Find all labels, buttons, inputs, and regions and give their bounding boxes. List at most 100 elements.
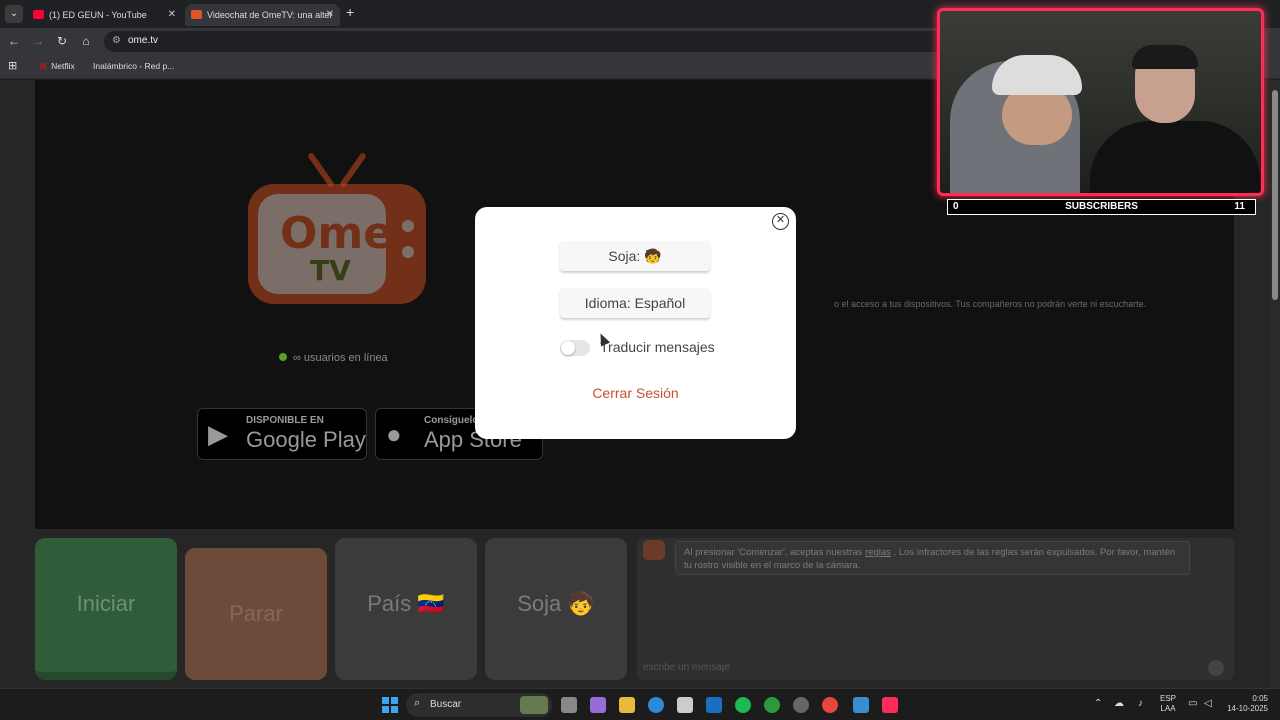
apple-icon: ● (386, 419, 402, 449)
forward-icon[interactable]: → (30, 34, 46, 48)
subscriber-start: 0 (953, 201, 959, 212)
start-button[interactable]: Iniciar (35, 538, 177, 680)
logo-screen: Ome TV (258, 194, 393, 294)
spotify-icon[interactable] (735, 697, 751, 713)
system-clock[interactable]: 0:05 14-10-2025 (1222, 694, 1268, 714)
scroll-thumb[interactable] (1272, 90, 1278, 300)
windows-start-icon[interactable] (382, 697, 398, 713)
store-icon[interactable] (677, 697, 693, 713)
settings-modal: ✕ Soja: 🧒 Idioma: Español Traducir mensa… (475, 207, 796, 439)
message-text: Al presionar 'Comenzar', aceptas nuestra… (684, 547, 866, 558)
copilot-icon[interactable] (590, 697, 606, 713)
search-label: Buscar (430, 699, 462, 710)
clock-date: 14-10-2025 (1227, 704, 1268, 713)
webcam-feed (937, 8, 1264, 196)
apps-icon[interactable]: ⊞ (8, 59, 17, 72)
steam-icon[interactable] (793, 697, 809, 713)
gender-button[interactable]: Soja 🧒 (485, 538, 627, 680)
cloud-icon[interactable]: ☁ (1114, 698, 1124, 709)
logout-link[interactable]: Cerrar Sesión (475, 385, 796, 401)
input-language[interactable]: ESP LAA (1160, 694, 1176, 714)
new-tab-button[interactable]: + (346, 4, 354, 20)
stream-overlay: SUBSCRIBERS 0 11 (937, 8, 1264, 217)
photos-icon[interactable] (853, 697, 869, 713)
antenna-right (339, 151, 367, 189)
online-users: ∞ usuarios en línea (279, 352, 388, 364)
logo-word-ome: Ome (280, 208, 394, 259)
chrome-icon[interactable] (822, 697, 838, 713)
windows-taskbar: ⌕ Buscar ⌃ ☁ ♪ ESP LAA ▭ ◁ 0:05 14-10-20… (0, 688, 1280, 720)
keyboard-layout: LAA (1160, 704, 1176, 713)
subscriber-goal: 11 (1234, 201, 1245, 212)
youtube-icon (33, 10, 44, 19)
logo-knob (402, 220, 414, 232)
permission-text: o el acceso a tus dispositivos. Tus comp… (834, 299, 1147, 309)
language-select-button[interactable]: Idioma: Español (560, 288, 710, 318)
outlook-icon[interactable] (706, 697, 722, 713)
badge-small-text: DISPONIBLE EN (246, 415, 324, 426)
ometv-logo: Ome TV (248, 150, 426, 310)
close-tab-icon[interactable]: ✕ (326, 4, 334, 26)
rules-link[interactable]: reglas (865, 547, 891, 558)
bookmark-label: Netflix (51, 61, 75, 71)
network-icon[interactable]: ▭ (1188, 698, 1197, 709)
tiktok-icon[interactable] (882, 697, 898, 713)
system-message: Al presionar 'Comenzar', aceptas nuestra… (675, 541, 1190, 575)
online-users-text: ∞ usuarios en línea (293, 352, 388, 364)
logo-word-tv: TV (310, 254, 351, 287)
search-highlight-icon (520, 696, 548, 714)
person-right (1090, 121, 1260, 193)
chat-panel: Al presionar 'Comenzar', aceptas nuestra… (637, 538, 1234, 680)
taskbar-search[interactable]: ⌕ Buscar (406, 693, 552, 717)
file-explorer-icon[interactable] (619, 697, 635, 713)
tab-ometv[interactable]: Videochat de OmeTV: una alter ✕ (185, 4, 340, 26)
gender-select-button[interactable]: Soja: 🧒 (560, 241, 710, 271)
toggle-knob (561, 341, 575, 355)
bookmark-wireless[interactable]: Inalámbrico - Red p... (93, 61, 174, 71)
message-input[interactable]: escribe un mensaje (643, 662, 730, 673)
badge-big-text: Google Play (246, 427, 366, 452)
site-info-icon[interactable]: ⚙ (112, 35, 121, 46)
ometv-icon (191, 10, 202, 19)
close-icon[interactable]: ✕ (772, 213, 789, 230)
tray-expand-icon[interactable]: ⌃ (1094, 698, 1102, 709)
online-dot-icon (279, 353, 287, 361)
ometv-chat-icon (643, 540, 665, 560)
bookmark-netflix[interactable]: N Netflix (40, 61, 75, 71)
stop-button[interactable]: Parar (185, 548, 327, 680)
translate-toggle-row: Traducir mensajes (560, 338, 720, 358)
tab-label: Videochat de OmeTV: una alter (207, 10, 333, 20)
url-text: ome.tv (128, 35, 159, 46)
translate-label: Traducir mensajes (600, 339, 715, 355)
logo-tv-frame: Ome TV (248, 184, 426, 304)
microphone-icon[interactable]: ♪ (1138, 698, 1143, 709)
xbox-icon[interactable] (764, 697, 780, 713)
antenna-left (307, 151, 335, 189)
search-icon: ⌕ (414, 697, 421, 709)
home-icon[interactable]: ⌂ (78, 34, 94, 48)
close-tab-icon[interactable]: ✕ (168, 4, 176, 26)
edge-icon[interactable] (648, 697, 664, 713)
translate-toggle[interactable] (560, 340, 590, 356)
subscriber-bar: SUBSCRIBERS 0 11 (947, 199, 1256, 215)
reload-icon[interactable]: ↻ (54, 34, 70, 48)
logo-knob (402, 246, 414, 258)
address-bar[interactable]: ⚙ ome.tv (104, 31, 944, 52)
tab-search-dropdown[interactable]: ⌄ (5, 5, 23, 23)
volume-icon[interactable]: ◁ (1204, 698, 1212, 709)
google-play-icon: ▶ (208, 419, 228, 449)
page-scrollbar[interactable] (1270, 80, 1280, 688)
language-code: ESP (1160, 694, 1177, 703)
country-button[interactable]: País 🇻🇪 (335, 538, 477, 680)
google-play-badge[interactable]: ▶ DISPONIBLE EN Google Play (197, 408, 367, 460)
send-icon[interactable] (1208, 660, 1224, 676)
cap-icon (992, 55, 1082, 95)
netflix-icon: N (40, 61, 47, 71)
back-icon[interactable]: ← (6, 34, 22, 48)
tab-label: (1) ED GEUN - YouTube (49, 10, 147, 20)
clock-time: 0:05 (1252, 694, 1268, 703)
subscriber-label: SUBSCRIBERS (1065, 201, 1138, 212)
task-view-icon[interactable] (561, 697, 577, 713)
tab-youtube[interactable]: (1) ED GEUN - YouTube ✕ (27, 4, 182, 26)
person-right-hair (1132, 45, 1198, 69)
